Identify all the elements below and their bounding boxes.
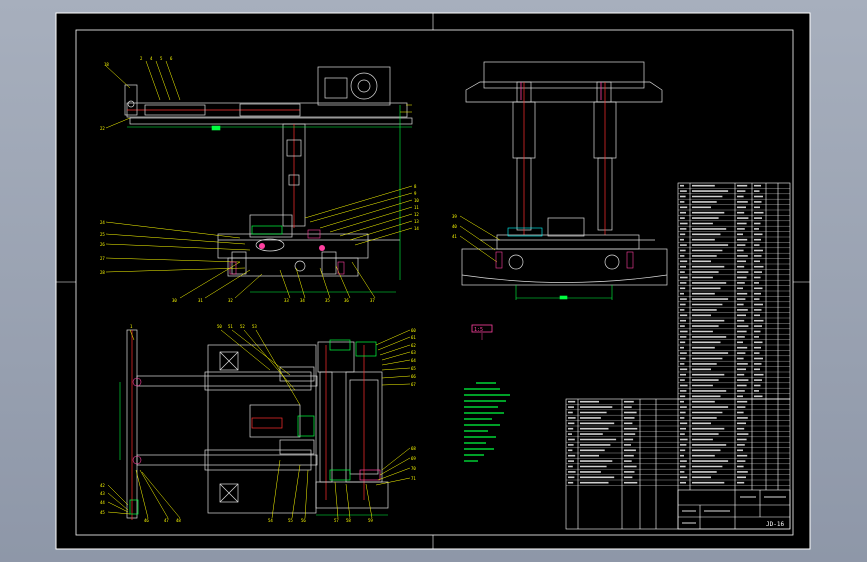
svg-text:51: 51 <box>228 324 233 329</box>
svg-text:47: 47 <box>164 518 169 523</box>
svg-text:44: 44 <box>100 500 105 505</box>
svg-text:41: 41 <box>452 234 457 239</box>
svg-text:70: 70 <box>411 466 416 471</box>
svg-text:54: 54 <box>268 518 273 523</box>
svg-text:1:5: 1:5 <box>474 327 483 333</box>
svg-text:27: 27 <box>100 256 105 261</box>
svg-text:59: 59 <box>368 518 373 523</box>
side-balloons: 39 40 41 <box>452 214 457 239</box>
cad-viewport[interactable]: 18 2 4 5 6 22 8 9 10 11 12 13 14 24 25 26 27 28 30 31 32… <box>0 0 867 562</box>
svg-text:35: 35 <box>325 298 330 303</box>
svg-text:32: 32 <box>228 298 233 303</box>
svg-text:11: 11 <box>414 205 419 210</box>
svg-text:5: 5 <box>160 56 163 61</box>
svg-text:57: 57 <box>334 518 339 523</box>
svg-text:22: 22 <box>100 126 105 131</box>
parts-list-upper-rows <box>678 184 790 400</box>
svg-text:56: 56 <box>301 518 306 523</box>
svg-text:18: 18 <box>104 62 109 67</box>
svg-text:62: 62 <box>411 343 416 348</box>
svg-text:25: 25 <box>100 232 105 237</box>
side-view <box>461 61 668 286</box>
svg-text:45: 45 <box>100 510 105 515</box>
svg-text:39: 39 <box>452 214 457 219</box>
svg-text:31: 31 <box>198 298 203 303</box>
svg-text:24: 24 <box>100 220 105 225</box>
side-dimensions <box>515 285 613 300</box>
svg-text:65: 65 <box>411 366 416 371</box>
technical-notes <box>464 382 510 462</box>
svg-text:53: 53 <box>252 324 257 329</box>
front-balloons: 182 4 5 6 22 891011121314 2425262728 30 31 32… <box>100 56 419 303</box>
svg-text:58: 58 <box>346 518 351 523</box>
svg-text:52: 52 <box>240 324 245 329</box>
front-leaders <box>105 60 413 299</box>
svg-text:33: 33 <box>284 298 289 303</box>
top-view-balloons: 1 42434445 46 47 48 50 51 52 53 54 55 56 57 58 59 … <box>100 324 416 523</box>
svg-text:67: 67 <box>411 382 416 387</box>
front-dimensions <box>127 105 412 293</box>
svg-text:6: 6 <box>170 56 173 61</box>
svg-text:14: 14 <box>414 226 419 231</box>
svg-text:28: 28 <box>100 270 105 275</box>
svg-text:60: 60 <box>411 328 416 333</box>
svg-text:71: 71 <box>411 476 416 481</box>
title-block-text-marks <box>682 496 786 524</box>
svg-text:66: 66 <box>411 374 416 379</box>
svg-text:30: 30 <box>172 298 177 303</box>
top-view-leaders <box>107 329 411 519</box>
svg-text:8: 8 <box>414 184 417 189</box>
svg-text:68: 68 <box>411 446 416 451</box>
svg-text:26: 26 <box>100 242 105 247</box>
svg-text:64: 64 <box>411 358 416 363</box>
svg-text:61: 61 <box>411 335 416 340</box>
svg-text:48: 48 <box>176 518 181 523</box>
drawing-number: JD-16 <box>766 521 784 528</box>
cad-drawing: 182 4 5 6 22 891011121314 2425262728 30 31 32… <box>55 12 811 550</box>
svg-text:37: 37 <box>370 298 375 303</box>
svg-text:46: 46 <box>144 518 149 523</box>
svg-text:43: 43 <box>100 491 105 496</box>
svg-text:69: 69 <box>411 456 416 461</box>
svg-text:10: 10 <box>414 198 419 203</box>
outer-border <box>55 12 811 550</box>
svg-text:12: 12 <box>414 212 419 217</box>
top-view <box>126 329 389 520</box>
svg-text:1: 1 <box>130 324 133 329</box>
side-leaders <box>459 215 501 263</box>
svg-text:2: 2 <box>140 56 143 61</box>
svg-text:9: 9 <box>414 191 417 196</box>
front-view <box>124 66 413 277</box>
svg-text:63: 63 <box>411 350 416 355</box>
svg-text:36: 36 <box>344 298 349 303</box>
svg-text:34: 34 <box>300 298 305 303</box>
svg-text:50: 50 <box>217 324 222 329</box>
svg-text:42: 42 <box>100 483 105 488</box>
svg-text:13: 13 <box>414 219 419 224</box>
top-view-colored-parts <box>129 339 381 515</box>
svg-text:55: 55 <box>288 518 293 523</box>
svg-text:4: 4 <box>150 56 153 61</box>
svg-text:40: 40 <box>452 224 457 229</box>
section-marker: 1:5 <box>471 324 493 340</box>
top-view-dimensions <box>119 382 388 516</box>
